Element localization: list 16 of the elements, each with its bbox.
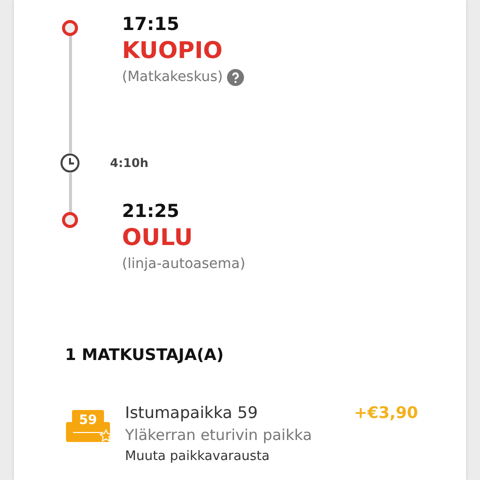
seat-title: Istumapaikka 59 <box>125 402 259 424</box>
arrival-time: 21:25 <box>122 201 180 223</box>
departure-city: KUOPIO <box>122 37 224 66</box>
departure-time: 17:15 <box>122 14 180 36</box>
departure-station: (Matkakeskus) <box>122 68 223 87</box>
change-seat-link[interactable]: Muuta paikkavarausta <box>125 446 354 468</box>
seat-description: Yläkerran eturivin paikka <box>125 425 313 446</box>
passengers-heading: 1 MATKUSTAJA(A) <box>65 345 225 364</box>
stop-marker-icon <box>62 20 78 36</box>
clock-icon <box>60 153 80 173</box>
arrival-station: (linja-autoasema) <box>122 255 246 274</box>
stop-marker-icon <box>62 212 78 228</box>
arrival-city: OULU <box>122 224 194 253</box>
seat-price: +€3,90 <box>354 402 418 424</box>
help-icon[interactable] <box>226 68 244 86</box>
duration-text: 4:10h <box>110 156 148 170</box>
